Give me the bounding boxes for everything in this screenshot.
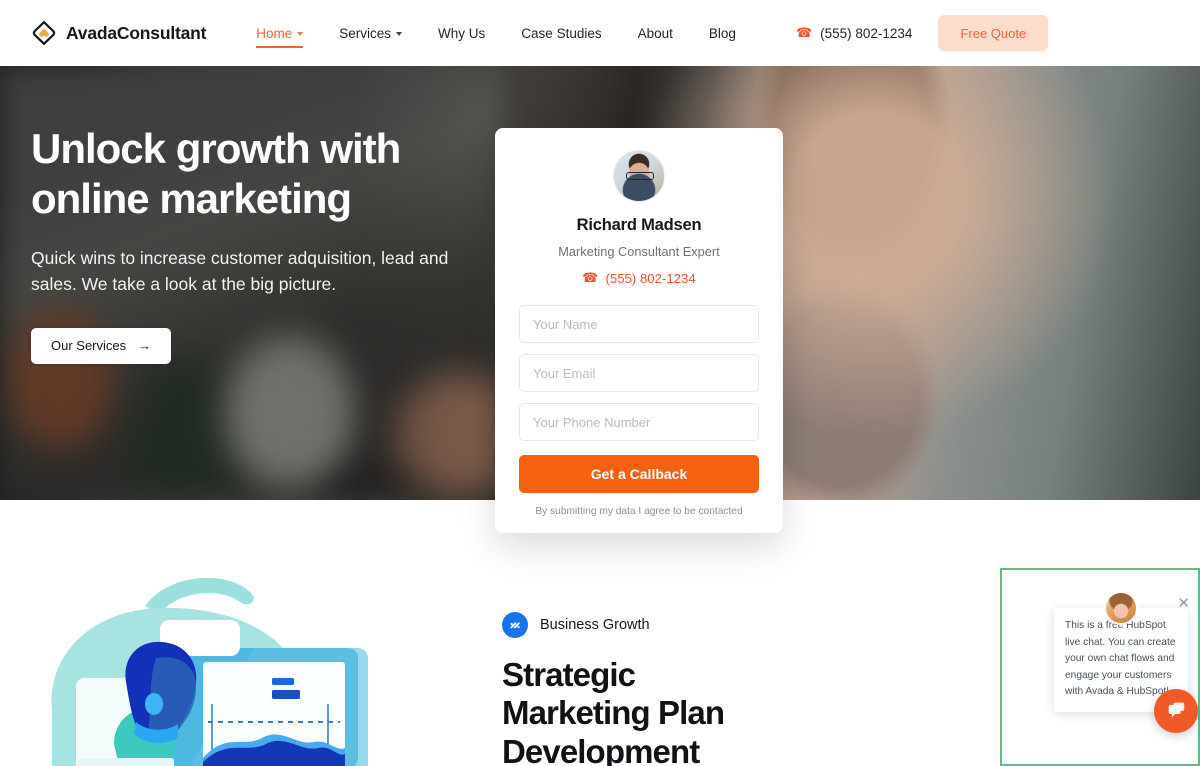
header-phone-number: (555) 802-1234 <box>820 25 913 41</box>
section-title: Strategic Marketing Plan Development <box>502 656 802 766</box>
phone-icon: ☎ <box>795 25 813 40</box>
chat-bubbles-icon <box>1165 698 1187 725</box>
arrow-right-icon: → <box>138 338 152 354</box>
site-header: AvadaConsultant Home Services Why Us Cas… <box>0 0 1200 66</box>
consultant-name: Richard Madsen <box>576 216 702 234</box>
free-quote-button[interactable]: Free Quote <box>938 15 1049 51</box>
hero-content: Unlock growth with online marketing Quic… <box>31 124 471 364</box>
brand-name: AvadaConsultant <box>66 22 207 43</box>
hero-subtitle: Quick wins to increase customer adquisit… <box>31 248 449 295</box>
header-phone-link[interactable]: ☎ (555) 802-1234 <box>796 25 913 41</box>
nav-item-label: About <box>637 25 673 41</box>
our-services-button[interactable]: Our Services → <box>31 327 172 364</box>
nav-item-label: Home <box>256 25 293 41</box>
section-content: Business Growth Strategic Marketing Plan… <box>502 612 802 766</box>
nav-item-services[interactable]: Services <box>321 16 420 50</box>
chevron-down-icon <box>297 32 304 36</box>
nav-item-case-studies[interactable]: Case Studies <box>503 16 619 50</box>
business-growth-badge: Business Growth <box>502 612 802 638</box>
email-input[interactable] <box>519 354 759 392</box>
hero-title-line-2: online marketing <box>31 174 352 222</box>
chat-launcher-button[interactable] <box>1154 689 1198 733</box>
form-disclaimer: By submitting my data I agree to be cont… <box>535 506 743 517</box>
name-input[interactable] <box>519 305 759 343</box>
nav-item-label: Why Us <box>438 25 486 41</box>
nav-item-label: Blog <box>708 25 736 41</box>
nav-item-blog[interactable]: Blog <box>691 16 754 50</box>
consultant-phone-link[interactable]: ☎ (555) 802-1234 <box>519 270 759 286</box>
consultant-avatar <box>613 150 665 202</box>
page-root: AvadaConsultant Home Services Why Us Cas… <box>0 0 1200 766</box>
callback-form-card: Richard Madsen Marketing Consultant Expe… <box>495 128 783 533</box>
main-nav: Home Services Why Us Case Studies About … <box>238 16 754 50</box>
chevron-down-icon <box>396 32 403 36</box>
consultant-phone-number: (555) 802-1234 <box>605 270 696 286</box>
active-underline <box>256 46 304 48</box>
hero-title: Unlock growth with online marketing <box>31 124 471 223</box>
phone-input[interactable] <box>519 403 759 441</box>
brand-logo[interactable]: AvadaConsultant <box>31 20 206 46</box>
person-at-computer-analytics-illustration <box>40 562 440 766</box>
nav-item-label: Services <box>339 25 392 41</box>
close-icon[interactable]: ✕ <box>1177 596 1190 611</box>
section-title-line-3: Development <box>502 732 700 766</box>
hero-title-line-1: Unlock growth with <box>31 125 401 172</box>
glasses-shape <box>626 172 654 180</box>
chat-message-text: This is a free HubSpot live chat. You ca… <box>1065 620 1176 698</box>
avada-diamond-logo-icon <box>31 20 57 46</box>
badge-label: Business Growth <box>540 617 650 633</box>
hubspot-chat-widget: ✕ This is a free HubSpot live chat. You … <box>1000 568 1200 766</box>
nav-item-about[interactable]: About <box>620 16 691 50</box>
nav-item-why-us[interactable]: Why Us <box>420 16 503 50</box>
nav-item-label: Case Studies <box>521 25 602 41</box>
agent-avatar <box>1104 591 1138 625</box>
section-title-line-1: Strategic <box>502 656 636 693</box>
phone-icon: ☎ <box>582 270 599 285</box>
nav-item-home[interactable]: Home <box>238 16 321 50</box>
consultant-role: Marketing Consultant Expert <box>558 244 720 259</box>
section-title-line-2: Marketing Plan <box>502 694 725 732</box>
our-services-label: Our Services <box>51 338 127 354</box>
growth-arrows-icon <box>502 612 528 638</box>
get-callback-button[interactable]: Get a Callback <box>519 455 759 493</box>
